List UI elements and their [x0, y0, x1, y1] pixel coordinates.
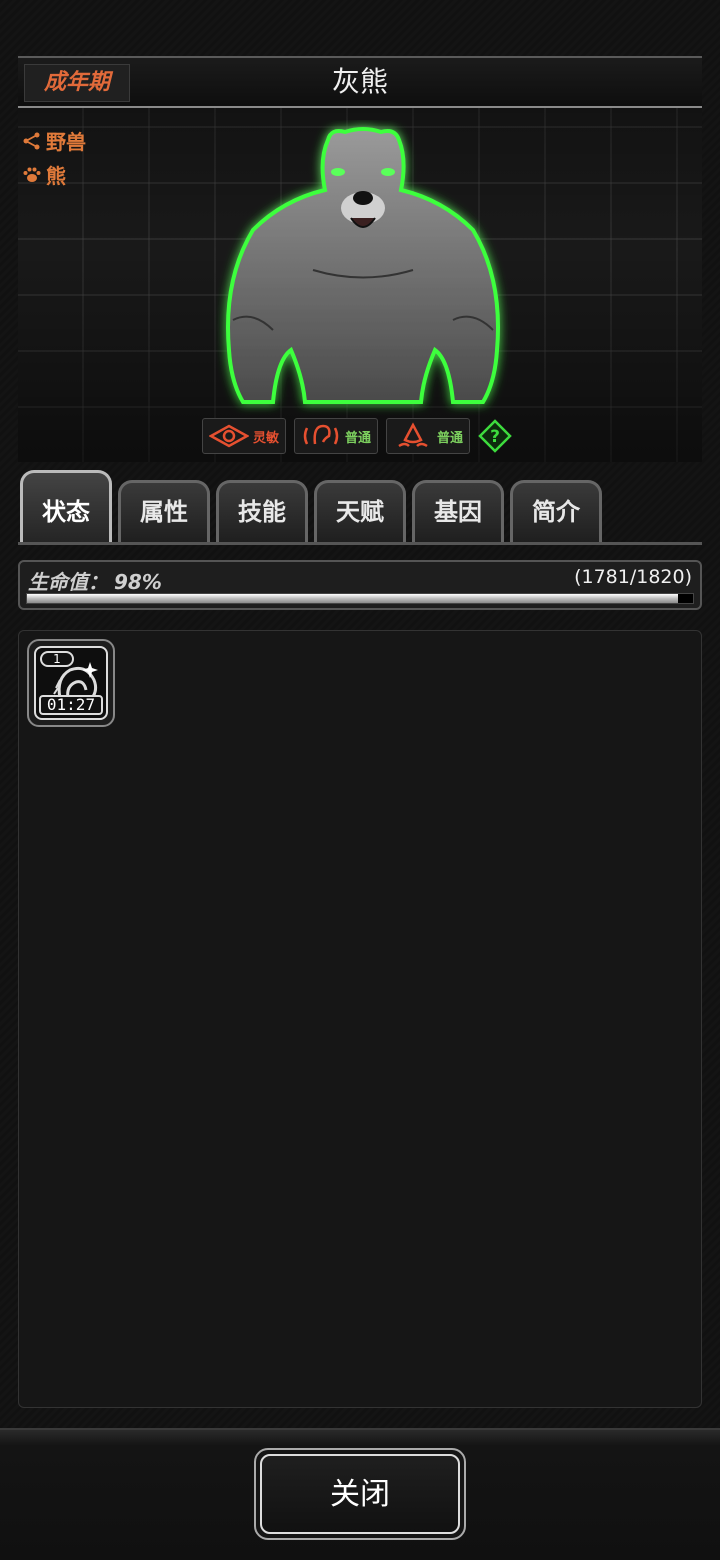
creature-detail-screen: 成年期 灰熊 野兽 熊 灵敏 普通 普通 ? 状态 属性 技能 天赋 基因 简介… [0, 0, 720, 1560]
tab-genes[interactable]: 基因 [412, 480, 504, 544]
smell-icon [398, 422, 428, 448]
tab-divider [18, 542, 702, 545]
creature-portrait: 野兽 熊 灵敏 普通 普通 ? [18, 108, 702, 462]
tab-intro[interactable]: 简介 [510, 480, 602, 544]
tag-family-label: 熊 [46, 164, 66, 188]
bear-illustration [226, 127, 500, 404]
health-bar-fill [27, 594, 679, 603]
health-percent: 98% [114, 570, 162, 594]
close-button[interactable]: 关闭 [254, 1448, 466, 1540]
tag-category: 野兽 [22, 126, 86, 155]
sense-row: 灵敏 普通 普通 ? [202, 418, 512, 454]
sense-sight-label: 灵敏 [253, 430, 280, 446]
tab-talents[interactable]: 天赋 [314, 480, 406, 544]
tag-category-label: 野兽 [46, 130, 86, 154]
help-icon[interactable]: ? [478, 419, 512, 453]
eye-icon [209, 424, 249, 448]
sense-hearing-label: 普通 [345, 430, 372, 446]
status-effect-slot[interactable]: 1 01:27 [27, 639, 115, 727]
status-effect-frame: 1 01:27 [34, 646, 108, 720]
share-icon [23, 132, 40, 149]
status-effects-panel: 1 01:27 [18, 630, 702, 1408]
tab-bar: 状态 属性 技能 天赋 基因 简介 [20, 470, 704, 544]
creature-name: 灰熊 [331, 65, 388, 98]
health-label-group: 生命值： 98% [28, 566, 162, 595]
footer-bar: 关闭 [0, 1428, 720, 1560]
tab-skills[interactable]: 技能 [216, 480, 308, 544]
health-value: (1781/1820) [574, 566, 692, 588]
sense-sight[interactable]: 灵敏 [202, 418, 287, 454]
sense-smell-label: 普通 [437, 430, 464, 446]
close-button-label: 关闭 [260, 1454, 460, 1534]
svg-text:?: ? [490, 427, 500, 447]
paw-icon [23, 167, 41, 182]
health-panel: 生命值： 98% (1781/1820) [18, 560, 702, 610]
ear-icon [303, 424, 339, 445]
health-bar [26, 593, 694, 604]
header-bar: 成年期 灰熊 [18, 56, 702, 108]
tab-status[interactable]: 状态 [20, 470, 112, 544]
tab-attributes[interactable]: 属性 [118, 480, 210, 544]
tag-family: 熊 [22, 160, 66, 189]
sense-hearing[interactable]: 普通 [294, 418, 379, 454]
status-timer: 01:27 [39, 695, 103, 715]
health-label: 生命值： [28, 570, 108, 594]
sense-smell[interactable]: 普通 [386, 418, 471, 454]
